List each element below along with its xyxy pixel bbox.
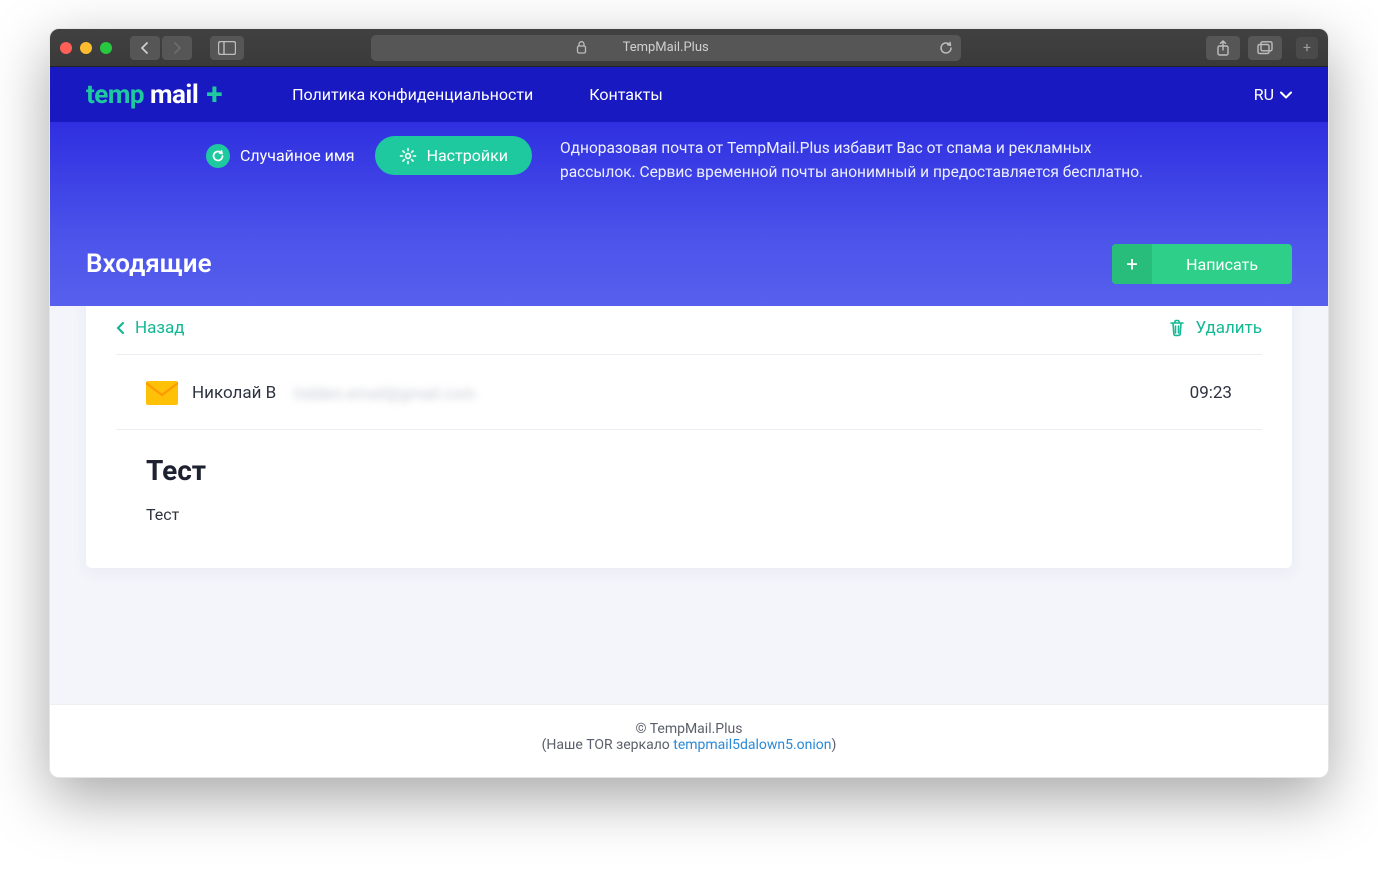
content-area: Назад Удалить Николай В hidden. [50,306,1328,704]
back-button[interactable] [130,36,160,60]
message-card: Назад Удалить Николай В hidden. [86,296,1292,568]
tabs-button[interactable] [1248,36,1282,60]
language-label: RU [1254,85,1274,104]
reload-icon[interactable] [939,41,953,55]
forward-button[interactable] [162,36,192,60]
sender-email: hidden.email@gmail.com [294,384,475,403]
new-tab-button[interactable]: + [1296,37,1318,59]
footer: © TempMail.Plus (Наше TOR зеркало tempma… [50,704,1328,777]
settings-label: Настройки [427,146,508,165]
browser-window: TempMail.Plus + tempmail + Политика конф… [49,28,1329,778]
hero-actions: Случайное имя Настройки [206,136,532,175]
compose-button[interactable]: + Написать [1112,244,1292,284]
mail-icon [146,381,178,405]
toolbar-right: + [1206,36,1318,60]
message-subject: Тест [146,454,1232,487]
page: tempmail + Политика конфиденциальности К… [50,67,1328,777]
random-name-button[interactable]: Случайное имя [206,144,355,168]
sidebar-toggle-button[interactable] [210,36,244,60]
hero-description: Одноразовая почта от TempMail.Plus избав… [560,136,1160,184]
footer-mirror-suffix: ) [832,737,837,753]
inbox-title: Входящие [86,249,212,279]
nav-buttons [130,36,192,60]
chevron-left-icon [116,321,125,335]
settings-button[interactable]: Настройки [375,136,532,175]
logo-mail: mail [150,80,198,110]
browser-toolbar: TempMail.Plus + [50,29,1328,67]
address-bar[interactable]: TempMail.Plus [371,35,961,61]
logo-plus: + [206,77,222,112]
logo[interactable]: tempmail + [86,77,222,112]
window-controls [60,42,112,54]
language-selector[interactable]: RU [1254,85,1292,104]
message-meta: Николай В hidden.email@gmail.com 09:23 [116,355,1262,430]
refresh-icon [206,144,230,168]
delete-label: Удалить [1195,318,1262,338]
nav-contacts[interactable]: Контакты [589,85,662,104]
message-time: 09:23 [1190,383,1232,403]
footer-mirror-link[interactable]: tempmail5dalown5.onion [673,737,831,753]
trash-icon [1169,319,1185,337]
plus-icon: + [1112,244,1152,284]
hero: Случайное имя Настройки Одноразовая почт… [50,122,1328,306]
footer-mirror-prefix: (Наше TOR зеркало [542,737,674,753]
compose-label: Написать [1152,255,1292,274]
back-label: Назад [135,318,185,338]
delete-link[interactable]: Удалить [1169,318,1262,338]
lock-icon [576,41,587,54]
window-close-button[interactable] [60,42,72,54]
message-body: Тест Тест [116,430,1262,568]
inbox-header: Входящие + Написать [86,244,1292,284]
header-nav: Политика конфиденциальности Контакты [292,85,663,104]
share-button[interactable] [1206,36,1240,60]
back-link[interactable]: Назад [116,318,185,338]
footer-copyright: © TempMail.Plus [50,721,1328,737]
window-minimize-button[interactable] [80,42,92,54]
gear-icon [399,147,417,165]
random-name-label: Случайное имя [240,146,355,165]
message-text: Тест [146,505,1232,524]
chevron-down-icon [1280,91,1292,99]
sender-name: Николай В [192,383,276,403]
nav-privacy[interactable]: Политика конфиденциальности [292,85,533,104]
address-text: TempMail.Plus [623,40,709,55]
logo-temp: temp [86,80,144,110]
app-header: tempmail + Политика конфиденциальности К… [50,67,1328,122]
window-maximize-button[interactable] [100,42,112,54]
